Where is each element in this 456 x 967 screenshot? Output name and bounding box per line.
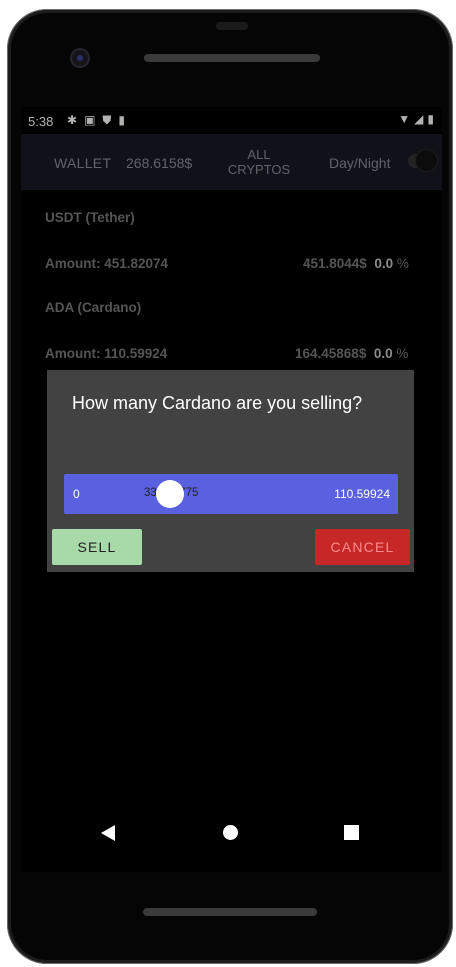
slider-min-label: 0 xyxy=(73,487,80,501)
sell-button[interactable]: SELL xyxy=(52,529,142,565)
bottom-speaker xyxy=(143,908,317,916)
navigation-bar xyxy=(21,819,442,859)
cancel-button[interactable]: CANCEL xyxy=(315,529,410,565)
amount-slider[interactable]: 0 33.179775 110.59924 xyxy=(64,474,398,514)
front-camera-icon xyxy=(72,50,88,66)
dialog-title: How many Cardano are you selling? xyxy=(72,393,363,413)
top-slot xyxy=(216,22,248,30)
screen: 5:38 ✱ ▣ ⛊ ▮ ▼ ◢ ▮ WALLET 268.6158$ ALL … xyxy=(21,107,442,872)
slider-max-label: 110.59924 xyxy=(334,487,390,501)
recents-icon[interactable] xyxy=(344,825,359,840)
home-icon[interactable] xyxy=(223,825,238,840)
earpiece-speaker xyxy=(144,54,320,62)
sell-dialog: How many Cardano are you selling? 0 33.1… xyxy=(47,370,414,572)
slider-thumb[interactable] xyxy=(156,480,184,508)
back-icon[interactable] xyxy=(101,825,115,841)
